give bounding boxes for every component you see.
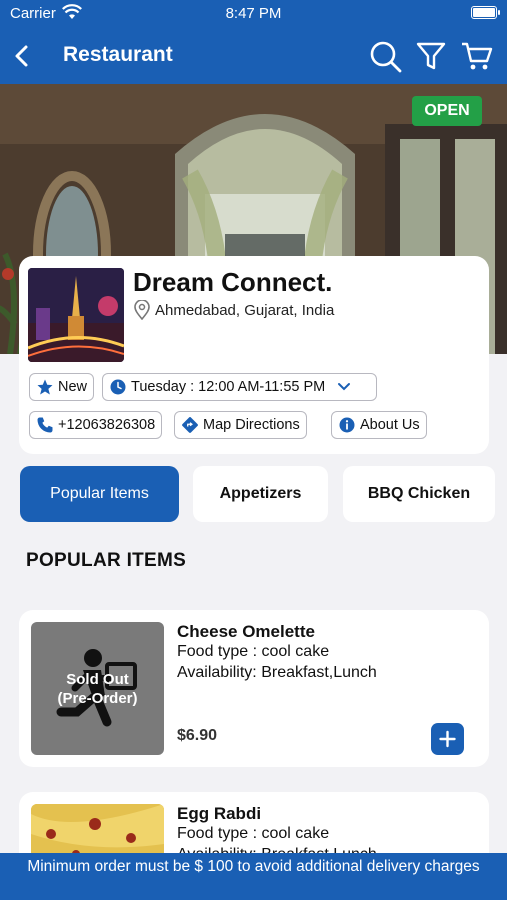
star-icon <box>37 379 53 395</box>
item-name: Cheese Omelette <box>177 622 315 641</box>
sold-out-label: Sold Out <box>66 671 129 688</box>
item-availability: Availability: Breakfast,Lunch <box>177 664 377 681</box>
search-button[interactable] <box>367 38 403 74</box>
directions-icon <box>182 417 198 433</box>
map-directions-button[interactable]: Map Directions <box>174 411 307 439</box>
location-pin-icon <box>134 300 150 320</box>
tab-popular-items[interactable]: Popular Items <box>20 466 179 522</box>
tab-appetizers[interactable]: Appetizers <box>193 466 328 522</box>
item-food-type: Food type : cool cake <box>177 825 330 842</box>
chevron-left-icon <box>15 45 28 67</box>
status-bar: Carrier 8:47 PM <box>0 0 507 28</box>
category-tabs: Popular Items Appetizers BBQ Chicken <box>20 466 500 522</box>
restaurant-address: Ahmedabad, Gujarat, India <box>133 300 334 320</box>
clock-time: 8:47 PM <box>225 5 282 22</box>
about-us-button[interactable]: About Us <box>331 411 427 439</box>
top-nav-bar: Restaurant <box>0 28 507 84</box>
item-name: Egg Rabdi <box>177 804 262 823</box>
new-badge-label: New <box>58 379 88 395</box>
search-icon <box>370 41 402 73</box>
restaurant-name: Dream Connect. <box>133 267 333 297</box>
address-text: Ahmedabad, Gujarat, India <box>155 301 335 319</box>
filter-icon <box>416 42 446 70</box>
cart-button[interactable] <box>459 38 495 74</box>
page-title: Restaurant <box>63 43 173 66</box>
menu-item-card[interactable]: Sold Out (Pre-Order) Cheese Omelette Foo… <box>19 610 489 767</box>
phone-number: +12063826308 <box>58 417 156 433</box>
filter-button[interactable] <box>413 38 449 74</box>
new-badge: New <box>29 373 95 401</box>
info-icon <box>339 417 355 433</box>
clock-icon <box>110 379 126 395</box>
chevron-down-icon <box>338 383 351 391</box>
cart-icon <box>462 42 493 70</box>
phone-button[interactable]: +12063826308 <box>29 411 163 439</box>
restaurant-info-card: Dream Connect. Ahmedabad, Gujarat, India… <box>19 256 489 454</box>
pre-order-label: (Pre-Order) <box>57 690 138 707</box>
tab-bbq-chicken[interactable]: BBQ Chicken <box>343 466 495 522</box>
map-directions-label: Map Directions <box>203 417 300 433</box>
item-image: Sold Out (Pre-Order) <box>31 622 164 755</box>
phone-icon <box>37 417 53 433</box>
sold-out-overlay: Sold Out (Pre-Order) <box>31 670 164 708</box>
restaurant-logo <box>28 268 124 362</box>
item-price: $6.90 <box>177 727 218 744</box>
item-food-type: Food type : cool cake <box>177 643 330 660</box>
hours-text: Tuesday : 12:00 AM-11:55 PM <box>131 379 326 395</box>
plus-icon <box>439 730 456 748</box>
hours-dropdown[interactable]: Tuesday : 12:00 AM-11:55 PM <box>102 373 377 401</box>
minimum-order-banner: Minimum order must be $ 100 to avoid add… <box>0 853 507 900</box>
about-us-label: About Us <box>360 417 420 433</box>
add-to-cart-button[interactable] <box>431 723 464 755</box>
back-button[interactable] <box>8 40 40 72</box>
open-status-badge: OPEN <box>412 96 482 126</box>
section-title: POPULAR ITEMS <box>26 550 187 571</box>
battery-icon <box>471 6 500 19</box>
